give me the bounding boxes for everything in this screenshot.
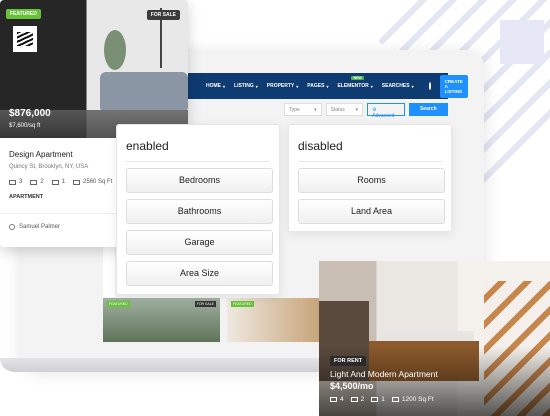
mini-featured-badge-2: FEATURED xyxy=(231,301,254,307)
disabled-title: disabled xyxy=(289,125,451,157)
enabled-title: enabled xyxy=(117,125,279,157)
mini-card-interior[interactable]: FEATURED xyxy=(227,298,319,342)
disabled-panel: disabled Rooms Land Area xyxy=(288,124,452,232)
status-select[interactable]: Status ▾ xyxy=(325,102,364,116)
advanced-button[interactable]: ⚙ Advanced xyxy=(367,102,405,119)
background-square xyxy=(500,20,544,64)
feature-land-area-button[interactable]: Land Area xyxy=(298,199,445,224)
user-icon xyxy=(9,224,15,230)
feature-rooms-button[interactable]: Rooms xyxy=(298,168,445,193)
create-listing-button[interactable]: CREATE A LISTING xyxy=(439,74,468,98)
feature-bedrooms-button[interactable]: Bedrooms xyxy=(126,168,273,193)
feature-area-size-button[interactable]: Area Size xyxy=(126,261,273,286)
featured-badge: FEATURED xyxy=(6,9,41,19)
nav-item-elementor[interactable]: NEW ELEMENTOR ▾ xyxy=(337,76,373,89)
listing-address: Quincy St, Brooklyn, NY, USA xyxy=(9,164,89,170)
rent-listing-title[interactable]: Light And Modern Apartment xyxy=(330,369,438,379)
nav-item-home[interactable]: HOME ▾ xyxy=(206,83,225,89)
bed-icon xyxy=(9,179,16,185)
mini-card-house[interactable]: FEATURED FOR SALE xyxy=(103,298,220,342)
rent-listing-features: 4 2 1 1200 Sq Ft xyxy=(330,396,434,403)
car-icon xyxy=(371,397,379,402)
site-navbar: HOME ▾ LISTING ▾ PROPERTY ▾ PAGES ▾ NEW ELEME… xyxy=(150,73,468,99)
listing-price: $876,000 xyxy=(9,108,51,119)
bath-icon xyxy=(350,397,358,402)
new-badge: NEW xyxy=(351,76,364,80)
mini-featured-badge: FEATURED xyxy=(107,301,130,307)
for-sale-badge: FOR SALE xyxy=(146,10,180,20)
search-button[interactable]: Search xyxy=(408,102,448,116)
listing-type: APARTMENT xyxy=(9,194,44,200)
listing-title[interactable]: Design Apartment xyxy=(9,150,73,159)
search-bar: Type ▾ Status ▾ ⚙ Advanced Search xyxy=(208,102,448,119)
car-icon xyxy=(51,179,59,185)
user-icon[interactable] xyxy=(428,82,431,90)
nav-item-listing[interactable]: LISTING ▾ xyxy=(234,83,258,89)
listing-features: 3 2 1 2560 Sq Ft xyxy=(9,179,112,185)
area-icon xyxy=(391,397,399,402)
bath-icon xyxy=(30,179,38,185)
nav-item-pages[interactable]: PAGES ▾ xyxy=(307,83,328,89)
listing-price-per-sqft: $7,600/sq ft xyxy=(9,123,41,129)
feature-bathrooms-button[interactable]: Bathrooms xyxy=(126,199,273,224)
type-select[interactable]: Type ▾ xyxy=(284,102,322,116)
rent-listing-price: $4,500/mo xyxy=(330,381,374,391)
nav-item-property[interactable]: PROPERTY ▾ xyxy=(267,83,299,89)
rent-listing-card[interactable] xyxy=(319,261,550,416)
feature-garage-button[interactable]: Garage xyxy=(126,230,273,255)
mini-sale-badge: FOR SALE xyxy=(194,301,216,307)
area-icon xyxy=(73,179,81,185)
nav-item-searches[interactable]: SEARCHES ▾ xyxy=(382,83,414,89)
bed-icon xyxy=(330,397,337,402)
enabled-panel: enabled Bedrooms Bathrooms Garage Area S… xyxy=(116,124,280,295)
for-rent-badge: FOR RENT xyxy=(330,356,367,366)
listing-agent[interactable]: Samuel Palmer xyxy=(9,224,60,230)
